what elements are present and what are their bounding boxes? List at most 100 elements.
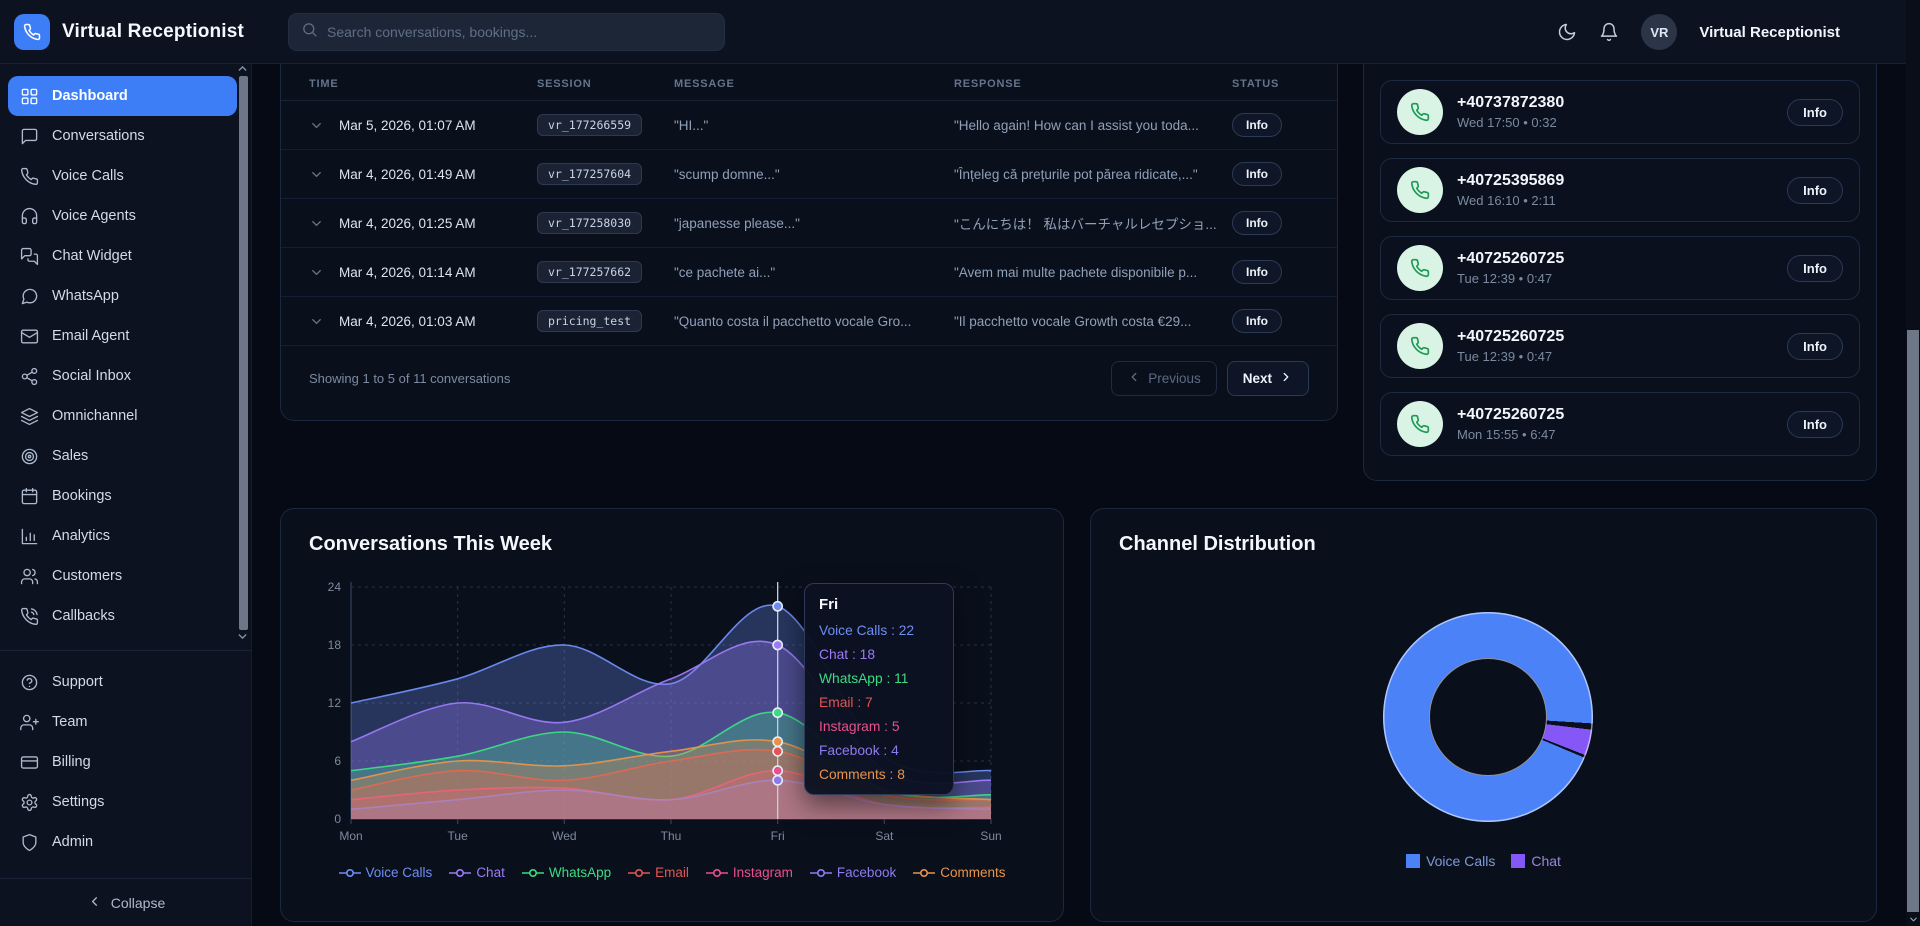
row-expand-chevron-down-icon[interactable] [309, 118, 339, 133]
sidebar-item-admin[interactable]: Admin [8, 822, 237, 862]
legend-line-dot-icon [628, 868, 650, 878]
pagination: Previous Next [1111, 361, 1309, 396]
users-icon [20, 567, 39, 586]
recent-calls-card: +40737872380Wed 17:50 • 0:32Info+4072539… [1363, 64, 1877, 481]
sidebar-item-team[interactable]: Team [8, 702, 237, 742]
calendar-icon [20, 487, 39, 506]
legend-item-voice-calls[interactable]: Voice Calls [339, 865, 433, 880]
call-info-button[interactable]: Info [1787, 177, 1843, 204]
notifications-bell-icon[interactable] [1599, 22, 1619, 42]
call-meta: Tue 12:39 • 0:47 [1457, 349, 1773, 364]
global-search[interactable] [288, 13, 725, 51]
topbar: Virtual Receptionist VR Virtual Receptio… [0, 0, 1920, 64]
sidebar-item-sales[interactable]: Sales [8, 436, 237, 476]
showing-text: Showing 1 to 5 of 11 conversations [309, 371, 510, 386]
page-scrollbar[interactable] [1906, 0, 1920, 926]
sidebar-item-voice-calls[interactable]: Voice Calls [8, 156, 237, 196]
sidebar-item-bookings[interactable]: Bookings [8, 476, 237, 516]
sidebar-item-whatsapp[interactable]: WhatsApp [8, 276, 237, 316]
sidebar-scrollbar[interactable] [239, 76, 248, 630]
user-avatar[interactable]: VR [1641, 14, 1677, 50]
donut-chart [1383, 612, 1593, 822]
sidebar-nav-main: Dashboard Conversations Voice CallsVoice A… [0, 76, 251, 636]
whatsapp-icon [20, 287, 39, 306]
conversations-table-card: TIMESESSIONMESSAGERESPONSESTATUS Mar 5, … [280, 64, 1338, 421]
donut-legend-item-voice-calls[interactable]: Voice Calls [1406, 853, 1495, 869]
legend-label: Chat [476, 865, 505, 880]
svg-text:6: 6 [334, 754, 341, 768]
donut-legend-item-chat[interactable]: Chat [1511, 853, 1561, 869]
call-info-button[interactable]: Info [1787, 411, 1843, 438]
sidebar-item-support[interactable]: Support [8, 662, 237, 702]
legend-item-whatsapp[interactable]: WhatsApp [522, 865, 611, 880]
column-header-status: STATUS [1232, 78, 1309, 90]
sidebar-scroll-down-chevron-icon[interactable] [236, 630, 249, 648]
sidebar-item-label: Conversations [52, 128, 145, 144]
scroll-down-chevron-icon[interactable] [1906, 912, 1920, 926]
legend-line-dot-icon [522, 868, 544, 878]
info-button[interactable]: Info [1232, 162, 1282, 186]
sidebar-item-social-inbox[interactable]: Social Inbox [8, 356, 237, 396]
row-status: Info [1232, 309, 1309, 333]
sidebar-item-chat-widget[interactable]: Chat Widget [8, 236, 237, 276]
page-scrollbar-thumb[interactable] [1907, 330, 1919, 912]
legend-item-facebook[interactable]: Facebook [810, 865, 896, 880]
tooltip-entry-comments: Comments : 8 [819, 767, 939, 782]
legend-item-email[interactable]: Email [628, 865, 689, 880]
shield-icon [20, 833, 39, 852]
info-button[interactable]: Info [1232, 309, 1282, 333]
info-button[interactable]: Info [1232, 211, 1282, 235]
sidebar-item-analytics[interactable]: Analytics [8, 516, 237, 556]
row-expand-chevron-down-icon[interactable] [309, 265, 339, 280]
sidebar-item-customers[interactable]: Customers [8, 556, 237, 596]
sidebar-item-callbacks[interactable]: Callbacks [8, 596, 237, 636]
sidebar-item-omnichannel[interactable]: Omnichannel [8, 396, 237, 436]
session-badge: vr_177257662 [537, 261, 642, 283]
legend-line-dot-icon [913, 868, 935, 878]
call-list-item: +40725395869Wed 16:10 • 2:11Info [1380, 158, 1860, 222]
call-number: +40725260725 [1457, 406, 1773, 424]
previous-page-button[interactable]: Previous [1111, 361, 1217, 396]
app-logo-phone-icon [14, 14, 50, 50]
bar-chart-icon [20, 527, 39, 546]
legend-swatch [1406, 854, 1420, 868]
user-plus-icon [20, 713, 39, 732]
row-status: Info [1232, 162, 1309, 186]
legend-label: Comments [940, 865, 1005, 880]
row-expand-chevron-down-icon[interactable] [309, 216, 339, 231]
legend-item-instagram[interactable]: Instagram [706, 865, 793, 880]
table-row: Mar 4, 2026, 01:03 AMpricing_test"Quanto… [281, 297, 1337, 346]
call-meta: Wed 17:50 • 0:32 [1457, 115, 1773, 130]
sidebar-item-label: Chat Widget [52, 248, 132, 264]
dark-mode-toggle-moon-icon[interactable] [1557, 22, 1577, 42]
messages-icon [20, 247, 39, 266]
collapse-label: Collapse [111, 895, 165, 911]
call-info-button[interactable]: Info [1787, 333, 1843, 360]
row-time: Mar 4, 2026, 01:49 AM [339, 167, 537, 182]
sidebar-collapse-button[interactable]: Collapse [0, 878, 252, 926]
sidebar-item-settings[interactable]: Settings [8, 782, 237, 822]
svg-text:Sun: Sun [980, 829, 1001, 843]
session-badge: vr_177257604 [537, 163, 642, 185]
search-input[interactable] [327, 24, 712, 40]
info-button[interactable]: Info [1232, 260, 1282, 284]
call-info-button[interactable]: Info [1787, 255, 1843, 282]
call-phone-icon [1397, 167, 1443, 213]
row-expand-chevron-down-icon[interactable] [309, 167, 339, 182]
row-expand-chevron-down-icon[interactable] [309, 314, 339, 329]
svg-text:Wed: Wed [552, 829, 576, 843]
call-info-button[interactable]: Info [1787, 99, 1843, 126]
next-page-button[interactable]: Next [1227, 361, 1309, 396]
info-button[interactable]: Info [1232, 113, 1282, 137]
tooltip-entry-email: Email : 7 [819, 695, 939, 710]
sidebar-item-voice-agents[interactable]: Voice Agents [8, 196, 237, 236]
call-list-item: +40725260725Mon 15:55 • 6:47Info [1380, 392, 1860, 456]
sidebar-item-billing[interactable]: Billing [8, 742, 237, 782]
call-number: +40725260725 [1457, 328, 1773, 346]
sidebar-item-dashboard[interactable]: Dashboard [8, 76, 237, 116]
legend-item-comments[interactable]: Comments [913, 865, 1005, 880]
sidebar-divider [0, 650, 252, 651]
legend-item-chat[interactable]: Chat [449, 865, 505, 880]
sidebar-item-email-agent[interactable]: Email Agent [8, 316, 237, 356]
sidebar-item-conversations[interactable]: Conversations [8, 116, 237, 156]
